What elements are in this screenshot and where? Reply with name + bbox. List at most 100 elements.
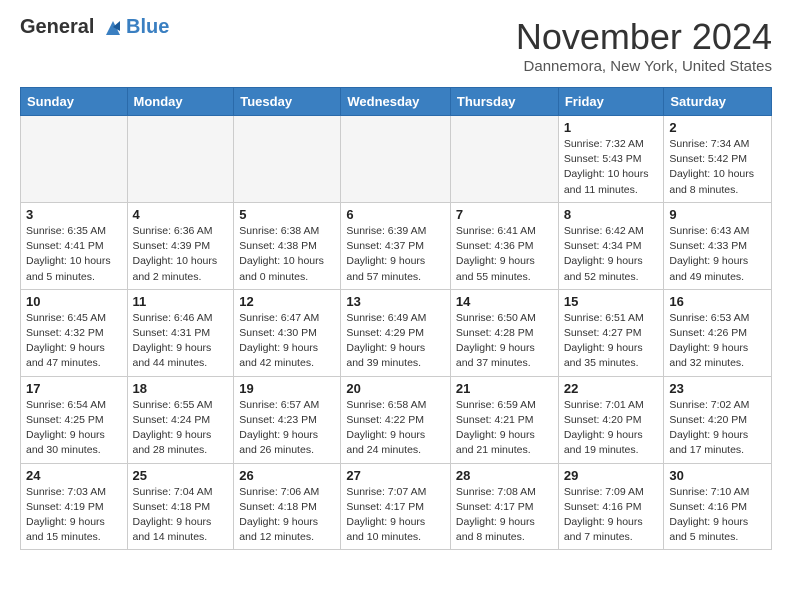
col-saturday: Saturday	[664, 88, 772, 116]
day-info: Sunrise: 7:01 AMSunset: 4:20 PMDaylight:…	[564, 398, 659, 459]
day-info: Sunrise: 7:02 AMSunset: 4:20 PMDaylight:…	[669, 398, 766, 459]
month-title: November 2024	[516, 16, 772, 58]
day-number: 29	[564, 468, 659, 483]
day-number: 15	[564, 294, 659, 309]
day-info: Sunrise: 6:54 AMSunset: 4:25 PMDaylight:…	[26, 398, 122, 459]
day-number: 25	[133, 468, 229, 483]
day-info: Sunrise: 6:46 AMSunset: 4:31 PMDaylight:…	[133, 311, 229, 372]
day-number: 13	[346, 294, 445, 309]
day-number: 23	[669, 381, 766, 396]
day-info: Sunrise: 7:08 AMSunset: 4:17 PMDaylight:…	[456, 485, 553, 546]
table-row: 15Sunrise: 6:51 AMSunset: 4:27 PMDayligh…	[558, 289, 664, 376]
day-number: 22	[564, 381, 659, 396]
table-row: 8Sunrise: 6:42 AMSunset: 4:34 PMDaylight…	[558, 202, 664, 289]
day-number: 12	[239, 294, 335, 309]
day-number: 21	[456, 381, 553, 396]
day-info: Sunrise: 6:39 AMSunset: 4:37 PMDaylight:…	[346, 224, 445, 285]
day-number: 28	[456, 468, 553, 483]
table-row: 30 Sunrise: 7:10 AMSunset: 4:16 PMDayligh…	[664, 463, 772, 550]
calendar-week-row: 10 Sunrise: 6:45 AMSunset: 4:32 PMDayligh…	[21, 289, 772, 376]
day-info: Sunrise: 6:35 AMSunset: 4:41 PMDaylight:…	[26, 224, 122, 285]
col-thursday: Thursday	[450, 88, 558, 116]
day-info: Sunrise: 7:10 AMSunset: 4:16 PMDaylight:…	[669, 485, 766, 546]
calendar-week-row: 3 Sunrise: 6:35 AMSunset: 4:41 PMDaylight…	[21, 202, 772, 289]
table-row: 29Sunrise: 7:09 AMSunset: 4:16 PMDayligh…	[558, 463, 664, 550]
day-info: Sunrise: 6:50 AMSunset: 4:28 PMDaylight:…	[456, 311, 553, 372]
logo-blue-text: Blue	[126, 16, 169, 39]
day-number: 27	[346, 468, 445, 483]
day-info: Sunrise: 7:03 AMSunset: 4:19 PMDaylight:…	[26, 485, 122, 546]
table-row: 20 Sunrise: 6:58 AMSunset: 4:22 PMDayligh…	[341, 376, 451, 463]
table-row: 22 Sunrise: 7:01 AMSunset: 4:20 PMDayligh…	[558, 376, 664, 463]
day-info: Sunrise: 7:07 AMSunset: 4:17 PMDaylight:…	[346, 485, 445, 546]
table-row	[21, 116, 128, 203]
day-info: Sunrise: 6:57 AMSunset: 4:23 PMDaylight:…	[239, 398, 335, 459]
day-number: 9	[669, 207, 766, 222]
table-row: 28 Sunrise: 7:08 AMSunset: 4:17 PMDayligh…	[450, 463, 558, 550]
col-sunday: Sunday	[21, 88, 128, 116]
calendar-week-row: 24 Sunrise: 7:03 AMSunset: 4:19 PMDayligh…	[21, 463, 772, 550]
day-number: 30	[669, 468, 766, 483]
table-row: 10 Sunrise: 6:45 AMSunset: 4:32 PMDayligh…	[21, 289, 128, 376]
col-wednesday: Wednesday	[341, 88, 451, 116]
table-row: 19 Sunrise: 6:57 AMSunset: 4:23 PMDayligh…	[234, 376, 341, 463]
day-number: 6	[346, 207, 445, 222]
day-number: 4	[133, 207, 229, 222]
table-row: 6 Sunrise: 6:39 AMSunset: 4:37 PMDaylight…	[341, 202, 451, 289]
day-number: 24	[26, 468, 122, 483]
day-number: 1	[564, 120, 659, 135]
day-info: Sunrise: 6:41 AMSunset: 4:36 PMDaylight:…	[456, 224, 553, 285]
day-number: 11	[133, 294, 229, 309]
day-number: 16	[669, 294, 766, 309]
day-info: Sunrise: 6:53 AMSunset: 4:26 PMDaylight:…	[669, 311, 766, 372]
table-row: 25Sunrise: 7:04 AMSunset: 4:18 PMDayligh…	[127, 463, 234, 550]
day-number: 19	[239, 381, 335, 396]
table-row: 17Sunrise: 6:54 AMSunset: 4:25 PMDayligh…	[21, 376, 128, 463]
calendar-header-row: Sunday Monday Tuesday Wednesday Thursday…	[21, 88, 772, 116]
table-row: 16 Sunrise: 6:53 AMSunset: 4:26 PMDayligh…	[664, 289, 772, 376]
table-row: 5 Sunrise: 6:38 AMSunset: 4:38 PMDaylight…	[234, 202, 341, 289]
table-row: 1Sunrise: 7:32 AMSunset: 5:43 PMDaylight…	[558, 116, 664, 203]
day-info: Sunrise: 7:06 AMSunset: 4:18 PMDaylight:…	[239, 485, 335, 546]
table-row	[234, 116, 341, 203]
day-info: Sunrise: 6:47 AMSunset: 4:30 PMDaylight:…	[239, 311, 335, 372]
table-row: 24 Sunrise: 7:03 AMSunset: 4:19 PMDayligh…	[21, 463, 128, 550]
table-row: 9 Sunrise: 6:43 AMSunset: 4:33 PMDaylight…	[664, 202, 772, 289]
day-info: Sunrise: 6:43 AMSunset: 4:33 PMDaylight:…	[669, 224, 766, 285]
calendar-week-row: 17Sunrise: 6:54 AMSunset: 4:25 PMDayligh…	[21, 376, 772, 463]
day-info: Sunrise: 7:34 AMSunset: 5:42 PMDaylight:…	[669, 137, 766, 198]
day-info: Sunrise: 6:55 AMSunset: 4:24 PMDaylight:…	[133, 398, 229, 459]
location-text: Dannemora, New York, United States	[516, 58, 772, 75]
page: General Blue November 2024 Dannemora, Ne…	[0, 0, 792, 566]
day-info: Sunrise: 6:49 AMSunset: 4:29 PMDaylight:…	[346, 311, 445, 372]
table-row: 23 Sunrise: 7:02 AMSunset: 4:20 PMDayligh…	[664, 376, 772, 463]
day-info: Sunrise: 6:36 AMSunset: 4:39 PMDaylight:…	[133, 224, 229, 285]
day-number: 10	[26, 294, 122, 309]
header: General Blue November 2024 Dannemora, Ne…	[20, 16, 772, 75]
day-info: Sunrise: 6:38 AMSunset: 4:38 PMDaylight:…	[239, 224, 335, 285]
col-friday: Friday	[558, 88, 664, 116]
day-info: Sunrise: 6:45 AMSunset: 4:32 PMDaylight:…	[26, 311, 122, 372]
day-number: 14	[456, 294, 553, 309]
table-row: 18 Sunrise: 6:55 AMSunset: 4:24 PMDayligh…	[127, 376, 234, 463]
table-row: 12 Sunrise: 6:47 AMSunset: 4:30 PMDayligh…	[234, 289, 341, 376]
day-number: 3	[26, 207, 122, 222]
table-row: 2 Sunrise: 7:34 AMSunset: 5:42 PMDaylight…	[664, 116, 772, 203]
logo-general-text: General	[20, 16, 94, 38]
day-info: Sunrise: 6:58 AMSunset: 4:22 PMDaylight:…	[346, 398, 445, 459]
table-row: 13 Sunrise: 6:49 AMSunset: 4:29 PMDayligh…	[341, 289, 451, 376]
day-number: 2	[669, 120, 766, 135]
day-number: 20	[346, 381, 445, 396]
table-row: 11 Sunrise: 6:46 AMSunset: 4:31 PMDayligh…	[127, 289, 234, 376]
day-number: 5	[239, 207, 335, 222]
day-number: 18	[133, 381, 229, 396]
table-row: 4 Sunrise: 6:36 AMSunset: 4:39 PMDaylight…	[127, 202, 234, 289]
table-row: 21 Sunrise: 6:59 AMSunset: 4:21 PMDayligh…	[450, 376, 558, 463]
day-number: 7	[456, 207, 553, 222]
logo-icon	[102, 17, 124, 39]
day-info: Sunrise: 6:59 AMSunset: 4:21 PMDaylight:…	[456, 398, 553, 459]
table-row: 7 Sunrise: 6:41 AMSunset: 4:36 PMDaylight…	[450, 202, 558, 289]
table-row: 27 Sunrise: 7:07 AMSunset: 4:17 PMDayligh…	[341, 463, 451, 550]
calendar: Sunday Monday Tuesday Wednesday Thursday…	[20, 87, 772, 550]
table-row: 26Sunrise: 7:06 AMSunset: 4:18 PMDayligh…	[234, 463, 341, 550]
